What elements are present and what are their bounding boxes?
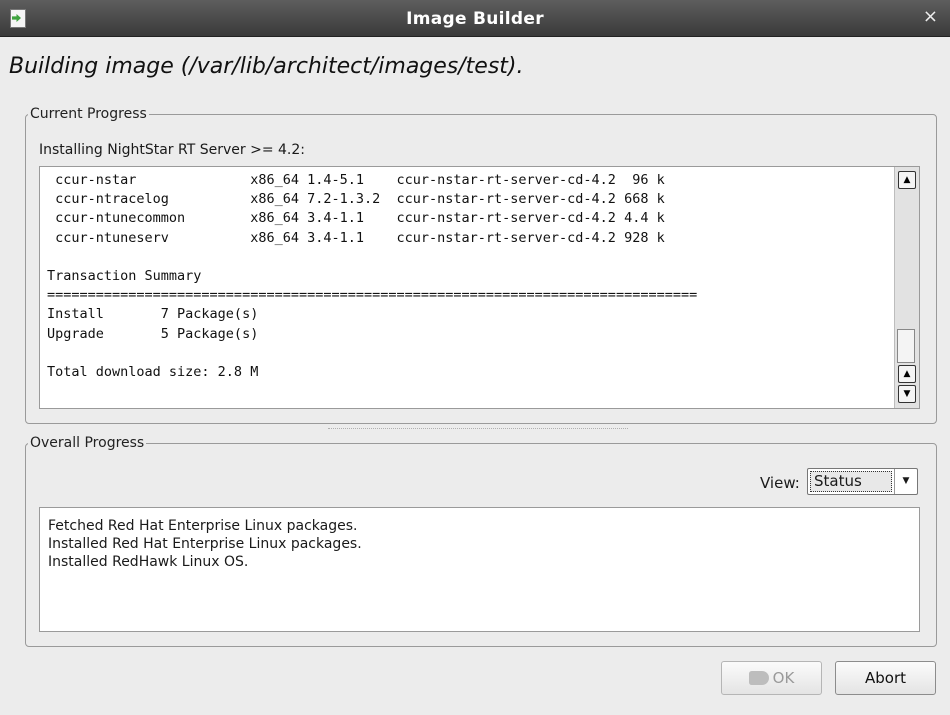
- status-textview[interactable]: Fetched Red Hat Enterprise Linux package…: [39, 507, 920, 632]
- view-select-value: Status: [810, 471, 892, 492]
- page-title: Building image (/var/lib/architect/image…: [9, 54, 524, 79]
- close-icon[interactable]: ×: [923, 8, 938, 26]
- scroll-up-icon[interactable]: ▲: [898, 171, 916, 189]
- view-select[interactable]: Status ▼: [807, 468, 918, 495]
- overall-progress-legend: Overall Progress: [30, 435, 145, 451]
- chevron-down-icon[interactable]: ▼: [894, 469, 917, 494]
- ok-hand-icon: [748, 671, 769, 685]
- current-progress-legend: Current Progress: [30, 106, 147, 122]
- ok-button[interactable]: OK: [721, 661, 822, 695]
- view-label: View:: [760, 474, 800, 492]
- abort-button-label: Abort: [864, 669, 906, 687]
- status-lines: Fetched Red Hat Enterprise Linux package…: [40, 517, 362, 571]
- status-line: Installed Red Hat Enterprise Linux packa…: [48, 536, 362, 552]
- scrollbar-thumb[interactable]: [897, 329, 915, 363]
- pane-splitter-handle[interactable]: [328, 428, 628, 431]
- abort-button[interactable]: Abort: [835, 661, 936, 695]
- status-line: Installed RedHawk Linux OS.: [48, 554, 249, 570]
- scroll-up-icon[interactable]: ▲: [898, 365, 916, 383]
- title-bar[interactable]: Image Builder ×: [0, 0, 950, 37]
- log-scrollbar[interactable]: ▲ ▲ ▼: [894, 167, 919, 408]
- install-log-text: ccur-nstar x86_64 1.4-5.1 ccur-nstar-rt-…: [47, 172, 698, 381]
- status-line: Fetched Red Hat Enterprise Linux package…: [48, 518, 358, 534]
- scroll-down-icon[interactable]: ▼: [898, 385, 916, 403]
- install-log-textview[interactable]: ccur-nstar x86_64 1.4-5.1 ccur-nstar-rt-…: [39, 166, 920, 409]
- ok-button-label: OK: [772, 669, 795, 687]
- window-title: Image Builder: [406, 9, 544, 29]
- installing-label: Installing NightStar RT Server >= 4.2:: [39, 142, 305, 158]
